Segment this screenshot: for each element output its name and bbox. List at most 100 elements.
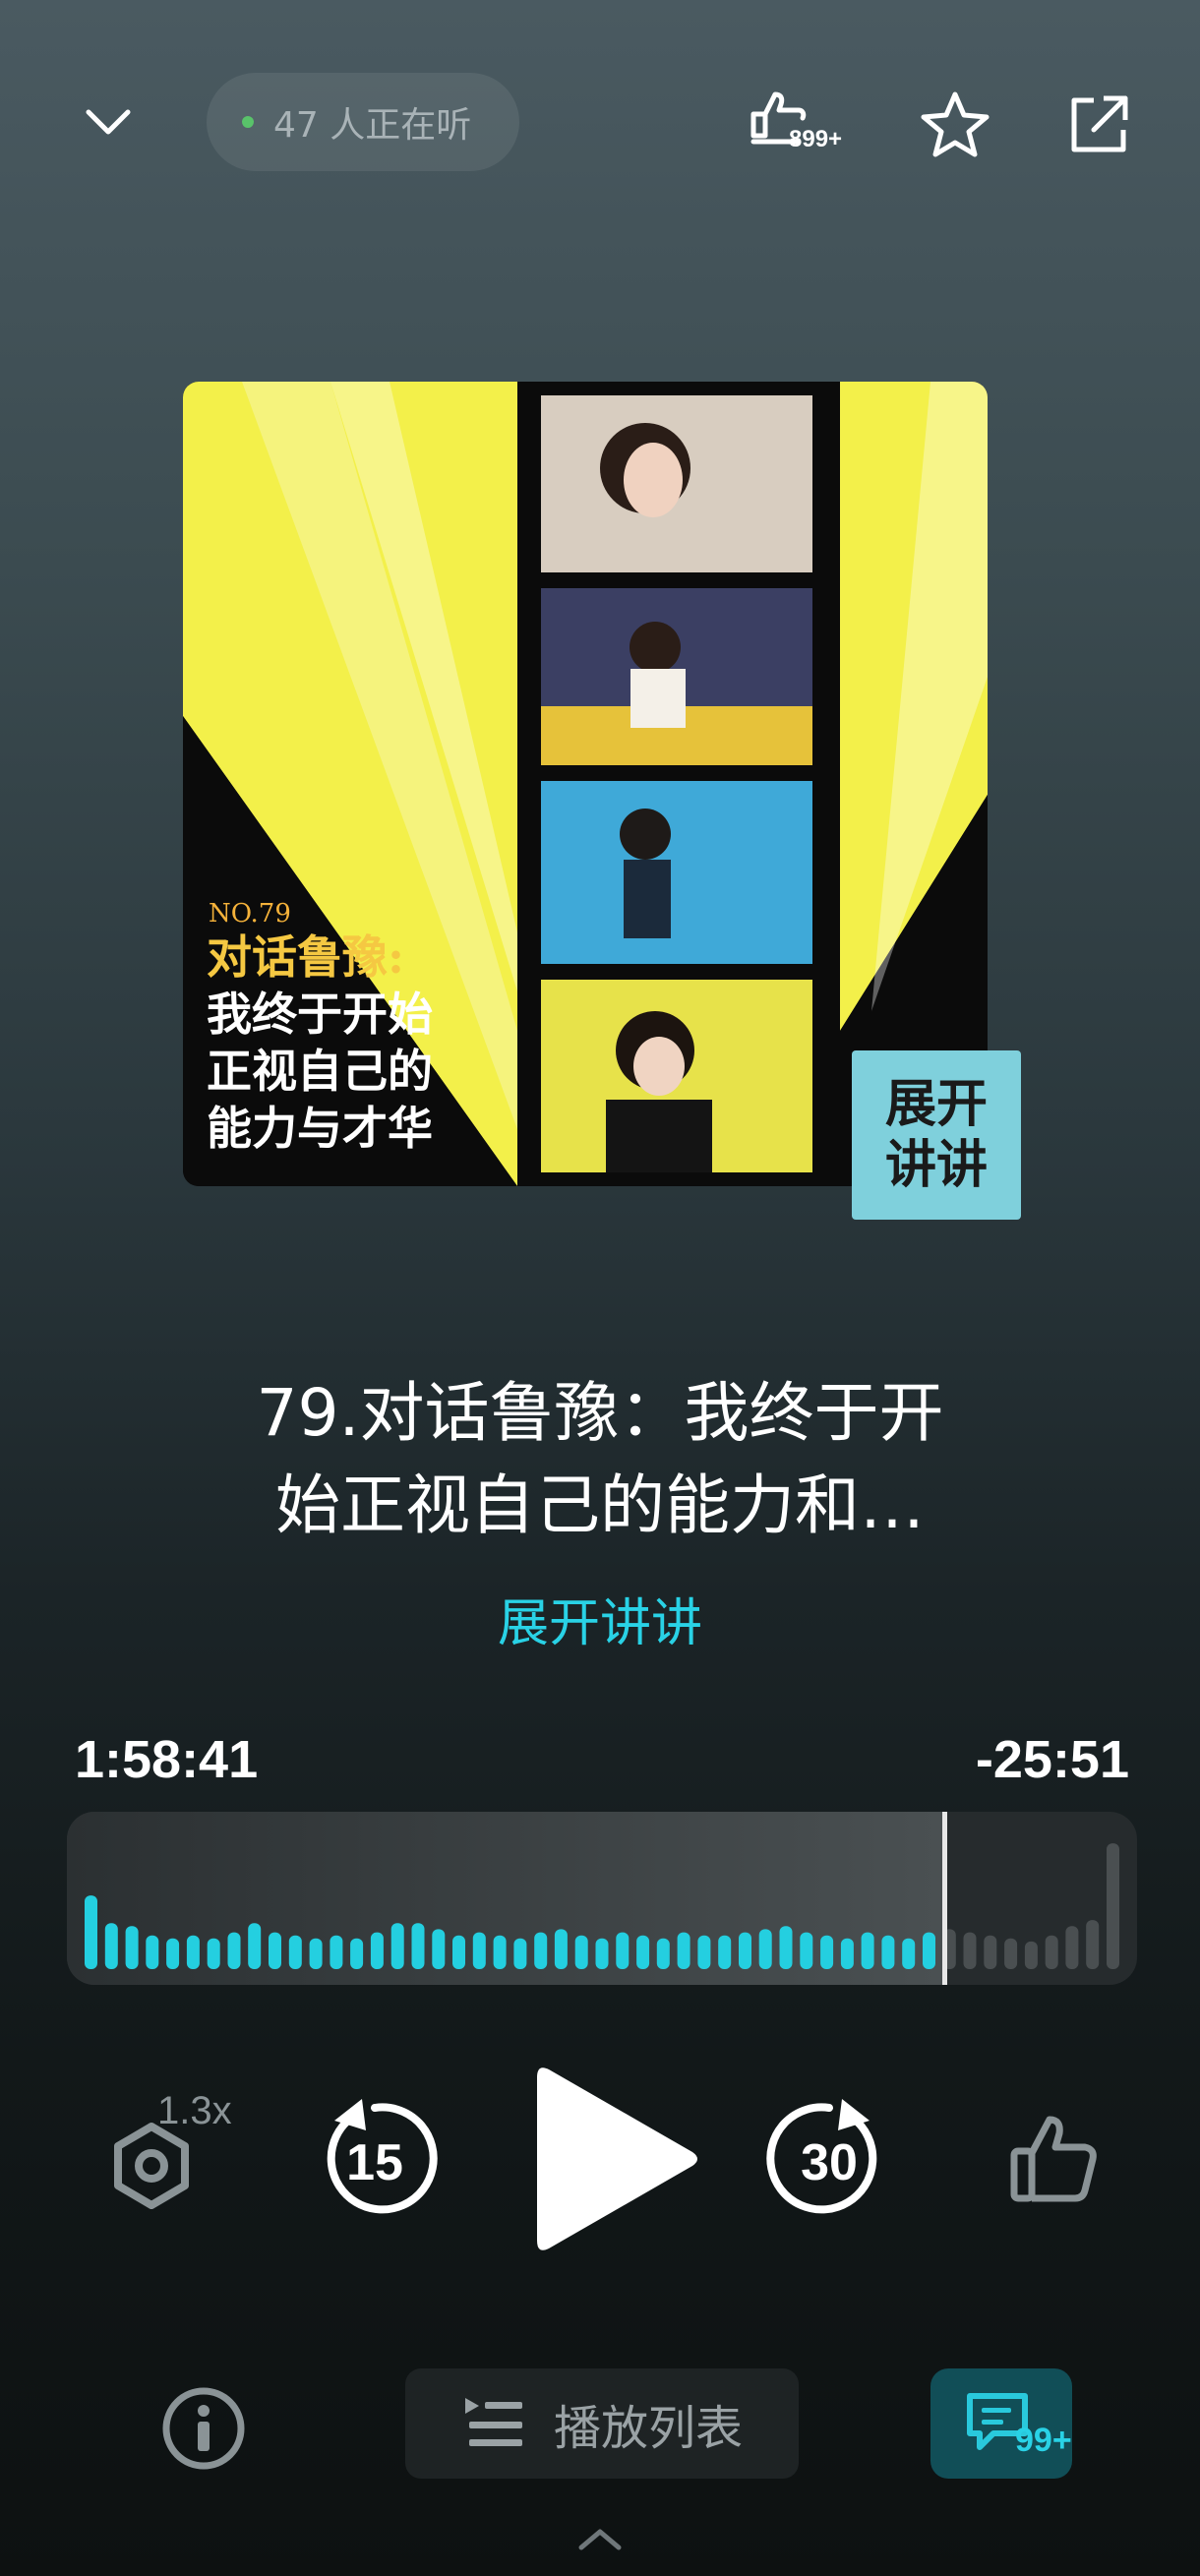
waveform-bars	[85, 1843, 1119, 1969]
waveform-bar	[288, 1935, 302, 1969]
waveform-bar	[1004, 1938, 1018, 1969]
comments-badge: 99+	[1015, 2422, 1072, 2459]
waveform-bar	[779, 1926, 793, 1969]
cover-headline-line: 对话鲁豫:	[207, 930, 404, 984]
live-dot-icon	[242, 116, 254, 128]
waveform-bar	[309, 1938, 323, 1969]
waveform-bar	[1086, 1920, 1100, 1969]
episode-title: 79.对话鲁豫：我终于开 始正视自己的能力和…	[157, 1367, 1043, 1552]
rewind-seconds: 15	[346, 2134, 403, 2191]
like-count-button[interactable]: 899+	[740, 81, 848, 169]
podcast-logo-stamp: 展开 讲讲	[852, 1050, 1021, 1220]
waveform-bar	[104, 1923, 118, 1969]
waveform-bar	[595, 1938, 609, 1969]
playlist-label: 播放列表	[553, 2401, 743, 2456]
waveform-bar	[656, 1938, 670, 1969]
waveform-scrubber[interactable]	[67, 1812, 1137, 1985]
logo-line: 讲讲	[884, 1136, 988, 1195]
waveform-bar	[370, 1932, 384, 1969]
waveform-bar	[248, 1923, 262, 1969]
waveform-bar	[513, 1938, 527, 1969]
forward-seconds: 30	[801, 2134, 858, 2191]
cover-episode-number: NO.79	[209, 899, 291, 929]
forward-30-icon: 30	[766, 2099, 877, 2214]
waveform-bar	[616, 1932, 630, 1969]
waveform-bar	[718, 1935, 732, 1969]
waveform-bar	[411, 1923, 425, 1969]
waveform-bar	[636, 1935, 650, 1969]
waveform-bar	[432, 1929, 446, 1969]
waveform-bar	[534, 1932, 548, 1969]
star-icon	[921, 91, 990, 157]
rewind-button[interactable]: 15	[311, 2095, 439, 2223]
waveform-bar	[820, 1935, 834, 1969]
waveform-bar	[861, 1932, 874, 1969]
waveform-bar	[840, 1938, 854, 1969]
waveform-bar	[554, 1929, 568, 1969]
rewind-15-icon: 15	[327, 2099, 438, 2214]
playlist-icon	[464, 2398, 522, 2446]
waveform-bar	[207, 1938, 220, 1969]
chevron-up-icon	[578, 2529, 622, 2550]
collapse-button[interactable]	[69, 83, 148, 161]
waveform-bar	[452, 1935, 465, 1969]
waveform-bar	[963, 1932, 977, 1969]
episode-title-line: 79.对话鲁豫：我终于开	[256, 1375, 944, 1451]
play-icon	[537, 2067, 697, 2250]
remaining-time: -25:51	[975, 1730, 1129, 1789]
episode-info-button[interactable]	[157, 2382, 250, 2475]
waveform-bar	[493, 1935, 507, 1969]
elapsed-time: 1:58:41	[75, 1730, 259, 1789]
expand-up-handle[interactable]	[561, 2514, 639, 2563]
waveform-bar	[1065, 1926, 1079, 1969]
cover-headline-line: 正视自己的	[207, 1045, 433, 1098]
waveform-bar	[269, 1932, 281, 1969]
waveform-bar	[1107, 1843, 1119, 1969]
cover-headline: 对话鲁豫: 我终于开始 正视自己的 能力与才华	[207, 929, 511, 1157]
cover-headline-line: 我终于开始	[207, 988, 433, 1041]
listeners-pill: 47 人正在听	[207, 73, 519, 171]
waveform-bar	[739, 1932, 751, 1969]
logo-line: 展开	[884, 1075, 988, 1134]
waveform-bar	[330, 1935, 343, 1969]
cover-headline-line: 能力与才华	[207, 1102, 433, 1155]
episode-title-line: 始正视自己的能力和…	[275, 1468, 925, 1543]
waveform-bar	[166, 1938, 180, 1969]
waveform-bar	[350, 1938, 364, 1969]
waveform-bar	[125, 1926, 139, 1969]
thumbs-up-icon	[1010, 2116, 1097, 2202]
waveform-bar	[146, 1935, 159, 1969]
favorite-button[interactable]	[911, 81, 999, 169]
podcast-name-link[interactable]: 展开讲讲	[0, 1582, 1200, 1655]
waveform-bar	[574, 1935, 588, 1969]
waveform-bar	[758, 1929, 772, 1969]
waveform-bar	[227, 1932, 241, 1969]
waveform-bar	[902, 1938, 916, 1969]
info-icon	[162, 2387, 245, 2470]
like-button[interactable]	[999, 2105, 1108, 2213]
share-icon	[1071, 95, 1128, 152]
comments-button[interactable]: 99+	[930, 2368, 1072, 2479]
waveform-bar	[186, 1935, 200, 1969]
waveform-bar	[923, 1932, 935, 1969]
forward-button[interactable]: 30	[765, 2095, 893, 2223]
podcast-name: 展开讲讲	[497, 1594, 702, 1653]
waveform-bar	[1024, 1941, 1038, 1969]
waveform-bar	[1045, 1935, 1058, 1969]
waveform-bar	[881, 1935, 895, 1969]
play-button[interactable]	[531, 2056, 708, 2262]
listeners-count: 47 人正在听	[273, 105, 472, 146]
speed-label: 1.3x	[157, 2089, 232, 2132]
waveform-bar	[390, 1923, 404, 1969]
waveform-bar	[85, 1895, 97, 1969]
waveform-bar	[697, 1935, 711, 1969]
waveform-bar	[984, 1935, 997, 1969]
like-count-badge: 899+	[789, 126, 843, 152]
waveform-bar	[677, 1932, 690, 1969]
playhead-handle[interactable]	[942, 1812, 948, 1985]
share-button[interactable]	[1054, 81, 1143, 169]
playlist-button[interactable]: 播放列表	[405, 2368, 799, 2479]
playback-speed-button[interactable]: 1.3x	[98, 2085, 256, 2213]
waveform-bar	[472, 1932, 486, 1969]
waveform-bar	[800, 1932, 813, 1969]
